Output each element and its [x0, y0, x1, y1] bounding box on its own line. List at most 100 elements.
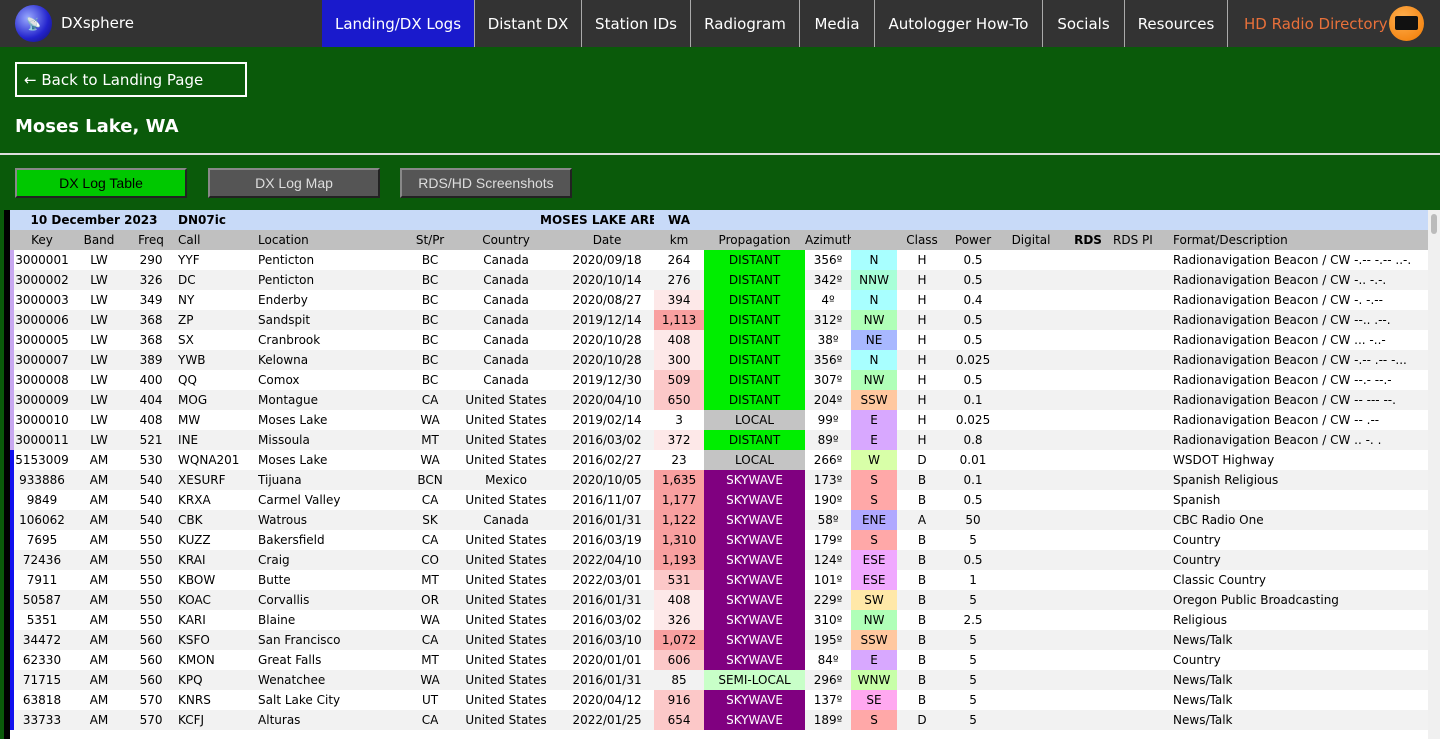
col-header-class[interactable]: Class	[897, 230, 948, 250]
col-header-call[interactable]: Call	[178, 230, 259, 250]
table-row[interactable]: 106062 AM 540 CBK Watrous SK Canada 2016/01/31 1…	[10, 510, 1428, 530]
cell-rds-pi	[1113, 650, 1173, 670]
cell-km: 408	[654, 330, 705, 350]
cell-direction: NW	[851, 370, 898, 390]
table-row[interactable]: 9849 AM 540 KRXA Carmel Valley CA United State…	[10, 490, 1428, 510]
nav-tab-autologger-how-to[interactable]: Autologger How-To	[874, 0, 1042, 47]
cell-location: Watrous	[258, 510, 409, 530]
cell-direction: ENE	[851, 510, 898, 530]
cell-key: 9849	[10, 490, 74, 510]
cell-km: 3	[675, 413, 683, 427]
cell-call: INE	[178, 430, 259, 450]
table-row[interactable]: 3000005 LW 368 SX Cranbrook BC Canada 2020/10/2…	[10, 330, 1428, 350]
col-header-rds[interactable]: RDS	[1063, 230, 1114, 250]
nav-tab-radiogram[interactable]: Radiogram	[690, 0, 799, 47]
cell-state: CA	[421, 533, 439, 547]
cell-direction: SW	[851, 590, 898, 610]
cell-direction: S	[851, 470, 898, 490]
cell-direction: ESE	[851, 570, 898, 590]
cell-km: 606	[654, 650, 705, 670]
scrollbar-thumb[interactable]	[1431, 214, 1437, 234]
table-row[interactable]: 62330 AM 560 KMON Great Falls MT United States…	[10, 650, 1428, 670]
table-row[interactable]: 33733 AM 570 KCFJ Alturas CA United States 2022…	[10, 710, 1428, 730]
table-row[interactable]: 3000008 LW 400 QQ Comox BC Canada 2019/12/30 509…	[10, 370, 1428, 390]
cell-azimuth: 195º	[805, 630, 852, 650]
col-header-azimuth[interactable]: Azimuth	[805, 230, 852, 250]
nav-tab-station-ids[interactable]: Station IDs	[581, 0, 690, 47]
nav-tab-hd-radio-directory[interactable]: HD Radio Directory	[1227, 0, 1440, 47]
nav-tab-media[interactable]: Media	[799, 0, 874, 47]
col-header-propagation[interactable]: Propagation	[704, 230, 806, 250]
table-row[interactable]: 3000001 LW 290 YYF Penticton BC Canada 2020/09/…	[10, 250, 1428, 270]
cell-direction: NW	[851, 310, 898, 330]
table-row[interactable]: 71715 AM 560 KPQ Wenatchee WA United States 201…	[10, 670, 1428, 690]
nav-tab-landing-dx-logs[interactable]: Landing/DX Logs	[322, 0, 474, 47]
cell-country: Canada	[483, 253, 529, 267]
table-row[interactable]: 3000011 LW 521 INE Missoula MT United States 20…	[10, 430, 1428, 450]
dxsphere-logo-icon[interactable]: 📡	[15, 5, 52, 42]
table-row[interactable]: 3000009 LW 404 MOG Montague CA United States 20…	[10, 390, 1428, 410]
cell-format: Radionavigation Beacon / CW --.- --.-	[1173, 373, 1392, 387]
cell-azimuth: 356º	[813, 253, 843, 267]
cell-date: 2019/02/14	[572, 413, 642, 427]
col-header-power[interactable]: Power	[947, 230, 1000, 250]
dx-log-table-button[interactable]: DX Log Table	[15, 168, 187, 198]
table-row[interactable]: 72436 AM 550 KRAI Craig CO United States 2022/0…	[10, 550, 1428, 570]
col-header-direction[interactable]	[851, 230, 898, 250]
table-row[interactable]: 63818 AM 570 KNRS Salt Lake City UT United Sta…	[10, 690, 1428, 710]
table-row[interactable]: 3000010 LW 408 MW Moses Lake WA United States 2…	[10, 410, 1428, 430]
nav-tab-socials[interactable]: Socials	[1042, 0, 1124, 47]
cell-location: Craig	[258, 550, 409, 570]
col-header-band[interactable]: Band	[74, 230, 124, 250]
cell-freq: 540	[124, 510, 179, 530]
cell-km: 1,310	[654, 530, 705, 550]
back-to-landing-button[interactable]: ← Back to Landing Page	[15, 62, 247, 97]
rds-hd-screenshots-button[interactable]: RDS/HD Screenshots	[400, 168, 572, 198]
col-header-country[interactable]: Country	[452, 230, 561, 250]
cell-power: 0.025	[955, 413, 991, 427]
table-row[interactable]: 7695 AM 550 KUZZ Bakersfield CA United States 2…	[10, 530, 1428, 550]
cell-propagation: DISTANT	[704, 430, 806, 450]
cell-azimuth: 266º	[813, 453, 843, 467]
cell-country: Mexico	[452, 470, 561, 490]
col-header-date[interactable]: Date	[560, 230, 655, 250]
cell-propagation: DISTANT	[704, 250, 806, 270]
cell-rds-pi	[1113, 450, 1173, 470]
col-header-digital[interactable]: Digital	[999, 230, 1064, 250]
cell-rds-pi	[1113, 410, 1173, 430]
cell-digital	[999, 470, 1064, 490]
table-row[interactable]: 50587 AM 550 KOAC Corvallis OR United States 20…	[10, 590, 1428, 610]
cell-rds-pi	[1113, 510, 1174, 530]
cell-rds	[1063, 450, 1113, 470]
table-row[interactable]: 3000007 LW 389 YWB Kelowna BC Canada 2020/10/28…	[10, 350, 1428, 370]
cell-location: Missoula	[258, 430, 409, 450]
col-header-rds-pi[interactable]: RDS PI	[1113, 230, 1174, 250]
table-row[interactable]: 933886 AM 540 XESURF Tijuana BCN Mexico 2020/10…	[10, 470, 1428, 490]
table-row[interactable]: 3000003 LW 349 NY Enderby BC Canada 2020/08/27 3…	[10, 290, 1428, 310]
dx-log-map-button[interactable]: DX Log Map	[208, 168, 380, 198]
brand-name[interactable]: DXsphere	[61, 14, 134, 32]
cell-country: Canada	[483, 373, 529, 387]
cell-country: Canada	[452, 310, 561, 330]
table-row[interactable]: 5351 AM 550 KARI Blaine WA United States 2016/0…	[10, 610, 1428, 630]
col-header-state[interactable]: St/Pr	[408, 230, 453, 250]
cell-rds	[1063, 570, 1113, 590]
scrollbar[interactable]	[1428, 210, 1440, 739]
table-row[interactable]: 3000002 LW 326 DC Penticton BC Canada 2020/10/1…	[10, 270, 1428, 290]
table-row[interactable]: 5153009 AM 530 WQNA201 Moses Lake WA United St…	[10, 450, 1428, 470]
col-header-key[interactable]: Key	[10, 230, 74, 250]
table-row[interactable]: 7911 AM 550 KBOW Butte MT United States 2022/03…	[10, 570, 1428, 590]
cell-propagation: SKYWAVE	[704, 610, 806, 630]
cell-state: BC	[421, 293, 439, 307]
cell-class: B	[897, 630, 948, 650]
cell-date: 2016/03/10	[560, 630, 655, 650]
table-row[interactable]: 3000006 LW 368 ZP Sandspit BC Canada 2019/12/14…	[10, 310, 1428, 330]
col-header-km[interactable]: km	[654, 230, 705, 250]
nav-tab-resources[interactable]: Resources	[1124, 0, 1227, 47]
cell-format: Radionavigation Beacon / CW ... -..-	[1173, 333, 1386, 347]
table-row[interactable]: 34472 AM 560 KSFO San Francisco CA United Stat…	[10, 630, 1428, 650]
col-header-location[interactable]: Location	[258, 230, 409, 250]
col-header-format[interactable]: Format/Description	[1173, 230, 1428, 250]
col-header-freq[interactable]: Freq	[124, 230, 179, 250]
nav-tab-distant-dx[interactable]: Distant DX	[474, 0, 581, 47]
